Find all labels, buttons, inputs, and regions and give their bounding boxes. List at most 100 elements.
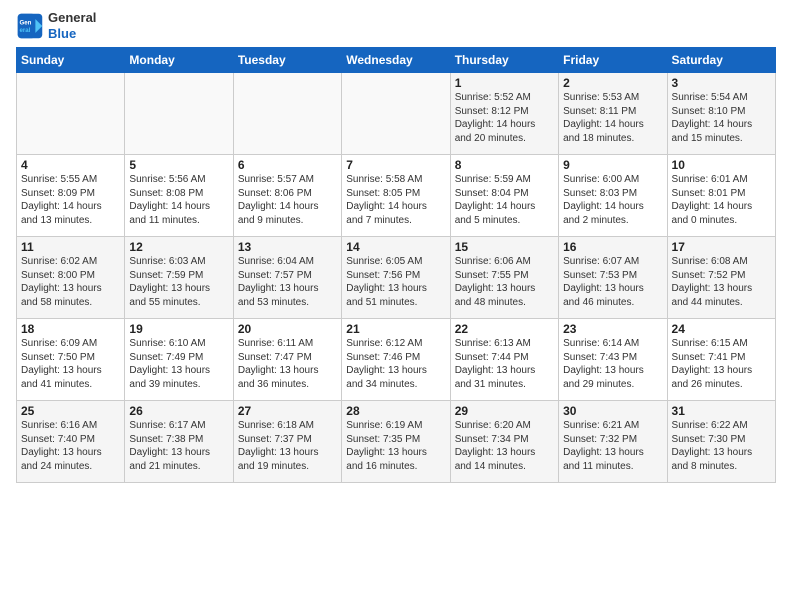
day-info: Sunrise: 5:56 AM Sunset: 8:08 PM Dayligh… xyxy=(129,173,228,227)
day-info: Sunrise: 5:57 AM Sunset: 8:06 PM Dayligh… xyxy=(238,173,337,227)
calendar-cell: 25Sunrise: 6:16 AM Sunset: 7:40 PM Dayli… xyxy=(17,401,125,483)
weekday-header-sunday: Sunday xyxy=(17,48,125,73)
day-number: 16 xyxy=(563,240,662,254)
weekday-header-thursday: Thursday xyxy=(450,48,558,73)
day-number: 22 xyxy=(455,322,554,336)
day-number: 4 xyxy=(21,158,120,172)
logo-line1: General xyxy=(48,10,96,26)
calendar-cell: 1Sunrise: 5:52 AM Sunset: 8:12 PM Daylig… xyxy=(450,73,558,155)
day-info: Sunrise: 6:05 AM Sunset: 7:56 PM Dayligh… xyxy=(346,255,445,309)
day-info: Sunrise: 6:14 AM Sunset: 7:43 PM Dayligh… xyxy=(563,337,662,391)
day-info: Sunrise: 5:54 AM Sunset: 8:10 PM Dayligh… xyxy=(672,91,771,145)
calendar-cell: 31Sunrise: 6:22 AM Sunset: 7:30 PM Dayli… xyxy=(667,401,775,483)
day-number: 8 xyxy=(455,158,554,172)
calendar-cell: 3Sunrise: 5:54 AM Sunset: 8:10 PM Daylig… xyxy=(667,73,775,155)
calendar-cell: 17Sunrise: 6:08 AM Sunset: 7:52 PM Dayli… xyxy=(667,237,775,319)
calendar-cell xyxy=(233,73,341,155)
day-info: Sunrise: 6:10 AM Sunset: 7:49 PM Dayligh… xyxy=(129,337,228,391)
calendar-cell: 14Sunrise: 6:05 AM Sunset: 7:56 PM Dayli… xyxy=(342,237,450,319)
day-info: Sunrise: 5:52 AM Sunset: 8:12 PM Dayligh… xyxy=(455,91,554,145)
day-number: 21 xyxy=(346,322,445,336)
day-number: 17 xyxy=(672,240,771,254)
day-number: 9 xyxy=(563,158,662,172)
day-info: Sunrise: 6:11 AM Sunset: 7:47 PM Dayligh… xyxy=(238,337,337,391)
weekday-header-row: SundayMondayTuesdayWednesdayThursdayFrid… xyxy=(17,48,776,73)
day-info: Sunrise: 6:09 AM Sunset: 7:50 PM Dayligh… xyxy=(21,337,120,391)
day-number: 3 xyxy=(672,76,771,90)
day-number: 2 xyxy=(563,76,662,90)
calendar-cell: 8Sunrise: 5:59 AM Sunset: 8:04 PM Daylig… xyxy=(450,155,558,237)
calendar-cell: 5Sunrise: 5:56 AM Sunset: 8:08 PM Daylig… xyxy=(125,155,233,237)
calendar-cell: 9Sunrise: 6:00 AM Sunset: 8:03 PM Daylig… xyxy=(559,155,667,237)
day-number: 1 xyxy=(455,76,554,90)
day-number: 7 xyxy=(346,158,445,172)
day-number: 20 xyxy=(238,322,337,336)
day-number: 27 xyxy=(238,404,337,418)
day-info: Sunrise: 5:55 AM Sunset: 8:09 PM Dayligh… xyxy=(21,173,120,227)
weekday-header-saturday: Saturday xyxy=(667,48,775,73)
svg-text:eral: eral xyxy=(20,27,31,34)
calendar-cell: 16Sunrise: 6:07 AM Sunset: 7:53 PM Dayli… xyxy=(559,237,667,319)
calendar-cell: 20Sunrise: 6:11 AM Sunset: 7:47 PM Dayli… xyxy=(233,319,341,401)
day-number: 26 xyxy=(129,404,228,418)
day-number: 29 xyxy=(455,404,554,418)
day-info: Sunrise: 6:04 AM Sunset: 7:57 PM Dayligh… xyxy=(238,255,337,309)
weekday-header-friday: Friday xyxy=(559,48,667,73)
day-info: Sunrise: 6:01 AM Sunset: 8:01 PM Dayligh… xyxy=(672,173,771,227)
day-info: Sunrise: 6:06 AM Sunset: 7:55 PM Dayligh… xyxy=(455,255,554,309)
day-info: Sunrise: 5:53 AM Sunset: 8:11 PM Dayligh… xyxy=(563,91,662,145)
day-info: Sunrise: 6:08 AM Sunset: 7:52 PM Dayligh… xyxy=(672,255,771,309)
day-number: 25 xyxy=(21,404,120,418)
calendar-body: 1Sunrise: 5:52 AM Sunset: 8:12 PM Daylig… xyxy=(17,73,776,483)
day-info: Sunrise: 6:20 AM Sunset: 7:34 PM Dayligh… xyxy=(455,419,554,473)
day-info: Sunrise: 6:02 AM Sunset: 8:00 PM Dayligh… xyxy=(21,255,120,309)
calendar-cell: 13Sunrise: 6:04 AM Sunset: 7:57 PM Dayli… xyxy=(233,237,341,319)
day-info: Sunrise: 6:19 AM Sunset: 7:35 PM Dayligh… xyxy=(346,419,445,473)
calendar-week-row: 25Sunrise: 6:16 AM Sunset: 7:40 PM Dayli… xyxy=(17,401,776,483)
day-info: Sunrise: 6:16 AM Sunset: 7:40 PM Dayligh… xyxy=(21,419,120,473)
calendar-cell: 28Sunrise: 6:19 AM Sunset: 7:35 PM Dayli… xyxy=(342,401,450,483)
calendar-cell: 4Sunrise: 5:55 AM Sunset: 8:09 PM Daylig… xyxy=(17,155,125,237)
calendar-header: SundayMondayTuesdayWednesdayThursdayFrid… xyxy=(17,48,776,73)
day-info: Sunrise: 5:59 AM Sunset: 8:04 PM Dayligh… xyxy=(455,173,554,227)
logo-icon: Gen eral xyxy=(16,12,44,40)
calendar-cell: 12Sunrise: 6:03 AM Sunset: 7:59 PM Dayli… xyxy=(125,237,233,319)
day-info: Sunrise: 6:21 AM Sunset: 7:32 PM Dayligh… xyxy=(563,419,662,473)
page: Gen eral General Blue SundayMondayTuesda… xyxy=(0,0,792,491)
day-number: 31 xyxy=(672,404,771,418)
calendar-cell: 22Sunrise: 6:13 AM Sunset: 7:44 PM Dayli… xyxy=(450,319,558,401)
header: Gen eral General Blue xyxy=(16,10,776,41)
calendar-cell: 6Sunrise: 5:57 AM Sunset: 8:06 PM Daylig… xyxy=(233,155,341,237)
svg-text:Gen: Gen xyxy=(20,19,32,26)
day-number: 13 xyxy=(238,240,337,254)
day-number: 28 xyxy=(346,404,445,418)
calendar-cell: 18Sunrise: 6:09 AM Sunset: 7:50 PM Dayli… xyxy=(17,319,125,401)
weekday-header-tuesday: Tuesday xyxy=(233,48,341,73)
calendar-cell xyxy=(125,73,233,155)
day-number: 24 xyxy=(672,322,771,336)
logo: Gen eral General Blue xyxy=(16,10,96,41)
day-number: 23 xyxy=(563,322,662,336)
calendar-cell: 26Sunrise: 6:17 AM Sunset: 7:38 PM Dayli… xyxy=(125,401,233,483)
calendar-cell: 15Sunrise: 6:06 AM Sunset: 7:55 PM Dayli… xyxy=(450,237,558,319)
day-info: Sunrise: 6:12 AM Sunset: 7:46 PM Dayligh… xyxy=(346,337,445,391)
day-info: Sunrise: 6:03 AM Sunset: 7:59 PM Dayligh… xyxy=(129,255,228,309)
day-info: Sunrise: 6:00 AM Sunset: 8:03 PM Dayligh… xyxy=(563,173,662,227)
logo-line2: Blue xyxy=(48,26,96,42)
day-number: 11 xyxy=(21,240,120,254)
calendar-cell: 24Sunrise: 6:15 AM Sunset: 7:41 PM Dayli… xyxy=(667,319,775,401)
calendar-cell xyxy=(342,73,450,155)
weekday-header-wednesday: Wednesday xyxy=(342,48,450,73)
day-number: 14 xyxy=(346,240,445,254)
calendar-cell: 19Sunrise: 6:10 AM Sunset: 7:49 PM Dayli… xyxy=(125,319,233,401)
calendar-cell: 23Sunrise: 6:14 AM Sunset: 7:43 PM Dayli… xyxy=(559,319,667,401)
day-number: 5 xyxy=(129,158,228,172)
day-info: Sunrise: 5:58 AM Sunset: 8:05 PM Dayligh… xyxy=(346,173,445,227)
day-info: Sunrise: 6:13 AM Sunset: 7:44 PM Dayligh… xyxy=(455,337,554,391)
calendar-cell: 2Sunrise: 5:53 AM Sunset: 8:11 PM Daylig… xyxy=(559,73,667,155)
day-info: Sunrise: 6:07 AM Sunset: 7:53 PM Dayligh… xyxy=(563,255,662,309)
calendar-cell: 27Sunrise: 6:18 AM Sunset: 7:37 PM Dayli… xyxy=(233,401,341,483)
calendar-table: SundayMondayTuesdayWednesdayThursdayFrid… xyxy=(16,47,776,483)
day-number: 10 xyxy=(672,158,771,172)
calendar-week-row: 1Sunrise: 5:52 AM Sunset: 8:12 PM Daylig… xyxy=(17,73,776,155)
